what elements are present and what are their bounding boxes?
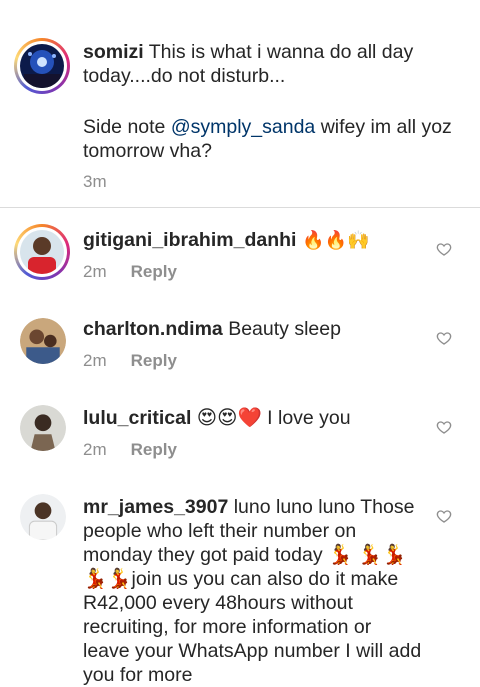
person-photo-icon (20, 318, 66, 364)
caption-side-note: Side note @symply_sanda wifey im all yoz… (83, 115, 453, 163)
comment-text: gitigani_ibrahim_danhi 🔥🔥🙌 (83, 228, 423, 253)
caption-text-part2: Side note (83, 116, 171, 138)
comment-timestamp: 2m (83, 440, 107, 459)
reply-button[interactable]: Reply (131, 440, 177, 459)
comment-body: 🔥🔥🙌 (296, 230, 370, 251)
person-photo-icon (20, 405, 66, 451)
comment-text: mr_james_3907 luno luno luno Those peopl… (83, 495, 423, 687)
post-caption: somizi This is what i wanna do all day t… (0, 0, 480, 207)
somizi-avatar[interactable] (14, 38, 70, 94)
comment-body: 😍😍❤️ I love you (191, 407, 351, 429)
like-heart-icon[interactable] (436, 241, 452, 257)
comment-body: Beauty sleep (222, 318, 341, 340)
gitigani-avatar[interactable] (14, 224, 70, 280)
comment-text: charlton.ndima Beauty sleep (83, 317, 423, 341)
caption-timestamp: 3m (83, 172, 107, 191)
mr-james-avatar[interactable] (20, 494, 66, 540)
comment-body: luno luno luno Those people who left the… (83, 496, 427, 686)
concert-photo-icon (20, 44, 64, 88)
comment-text: lulu_critical 😍😍❤️ I love you (83, 406, 423, 430)
like-heart-icon[interactable] (436, 419, 452, 435)
reply-button[interactable]: Reply (131, 351, 177, 370)
mention-link[interactable]: @symply_sanda (171, 116, 315, 138)
comment-username[interactable]: gitigani_ibrahim_danhi (83, 229, 296, 251)
lulu-avatar[interactable] (20, 405, 66, 451)
person-photo-icon (20, 230, 64, 274)
divider (0, 207, 480, 208)
caption-text: somizi This is what i wanna do all day t… (83, 40, 453, 88)
caption-username[interactable]: somizi (83, 41, 144, 63)
person-photo-icon (20, 494, 66, 540)
reply-button[interactable]: Reply (131, 262, 177, 281)
comment-timestamp: 2m (83, 351, 107, 370)
like-heart-icon[interactable] (436, 508, 452, 524)
comment-username[interactable]: mr_james_3907 (83, 496, 228, 518)
like-heart-icon[interactable] (436, 330, 452, 346)
comment-username[interactable]: lulu_critical (83, 407, 191, 429)
comment-timestamp: 2m (83, 262, 107, 281)
comment-meta: 2m Reply (83, 351, 177, 371)
charlton-avatar[interactable] (20, 318, 66, 364)
comment-meta: 2m Reply (83, 262, 177, 282)
comment-meta: 2m Reply (83, 440, 177, 460)
comment-username[interactable]: charlton.ndima (83, 318, 223, 340)
